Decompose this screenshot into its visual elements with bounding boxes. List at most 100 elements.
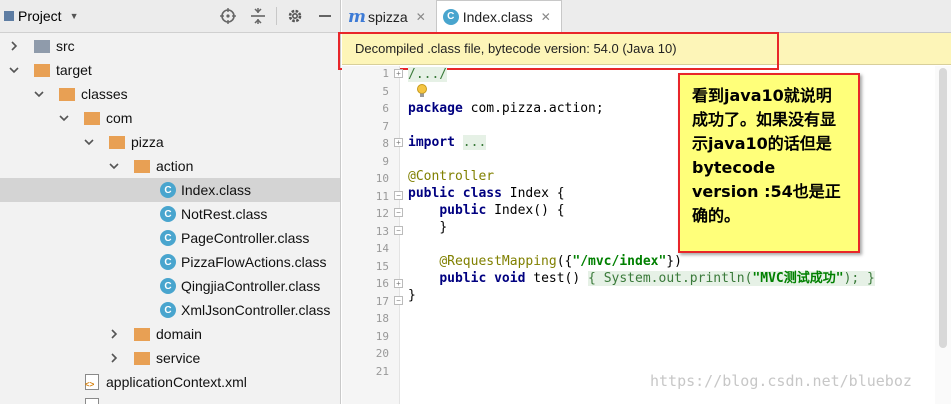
line-number: 11: [375, 190, 389, 203]
folded-region[interactable]: /.../: [408, 67, 448, 82]
chevron-right-icon[interactable]: [6, 34, 22, 58]
tree-node-classes[interactable]: classes: [0, 82, 340, 106]
chevron-down-icon[interactable]: [56, 106, 72, 130]
locate-target-icon[interactable]: [213, 0, 243, 33]
tree-node-src[interactable]: src: [0, 34, 340, 58]
tree-node-target[interactable]: target: [0, 58, 340, 82]
keyword: class: [462, 186, 502, 201]
code-line: }: [408, 287, 416, 305]
code-line: public Index() {: [408, 202, 565, 220]
class-icon: C: [160, 278, 176, 294]
scrollbar-thumb[interactable]: [939, 68, 947, 348]
code-line: package com.pizza.action;: [408, 100, 604, 118]
editor: m spizza ✕ C Index.class ✕ Decompiled .c…: [338, 0, 951, 404]
string-literal: "MVC测试成功": [752, 271, 844, 286]
string-literal: "/mvc/index": [572, 254, 667, 269]
chevron-down-icon[interactable]: [31, 82, 47, 106]
line-number: 16: [375, 277, 389, 290]
chevron-down-icon[interactable]: [6, 58, 22, 82]
tab-spizza[interactable]: m spizza ✕: [342, 1, 436, 32]
watermark: https://blog.csdn.net/blueboz: [650, 372, 912, 390]
code-text: com.pizza.action;: [462, 101, 604, 116]
line-number: 6: [382, 102, 389, 115]
project-view-selector[interactable]: Project ▼: [0, 8, 79, 24]
chevron-down-icon[interactable]: [106, 154, 122, 178]
tree-node-com[interactable]: com: [0, 106, 340, 130]
folder-icon: [134, 328, 150, 341]
fold-collapse-icon[interactable]: −: [394, 296, 403, 305]
fold-collapse-icon[interactable]: −: [394, 191, 403, 200]
code-line: import ...: [408, 134, 487, 152]
collapse-all-icon[interactable]: [243, 0, 273, 33]
tree-node-service[interactable]: service: [0, 346, 340, 370]
folder-icon: [134, 160, 150, 173]
keyword: package: [408, 101, 463, 116]
class-icon: C: [442, 8, 459, 25]
tree-node-label: action: [156, 158, 194, 174]
fold-expand-icon[interactable]: +: [394, 279, 403, 288]
tree-node-label: QingjiaController.class: [181, 278, 321, 294]
tree-node-xmljsoncontroller-class[interactable]: C XmlJsonController.class: [0, 298, 340, 322]
tree-node-pizza[interactable]: pizza: [0, 130, 340, 154]
code-line: @Controller: [408, 168, 494, 186]
tree-node-label: target: [56, 62, 92, 78]
tree-node-partial: [0, 394, 340, 404]
line-number: 13: [375, 225, 389, 238]
vertical-scrollbar[interactable]: [935, 66, 951, 404]
code-text: }: [408, 288, 416, 303]
chevron-right-icon[interactable]: [106, 322, 122, 346]
folded-region[interactable]: { System.out.println("MVC测试成功"); }: [588, 271, 875, 286]
fold-expand-icon[interactable]: +: [394, 138, 403, 147]
line-number: 12: [375, 207, 389, 220]
chevron-down-icon[interactable]: [81, 130, 97, 154]
code-text: System.out.println(: [595, 271, 753, 286]
minimize-icon[interactable]: [310, 0, 340, 33]
annotation-text: @Controller: [408, 169, 495, 184]
class-icon: C: [160, 206, 176, 222]
code-text: Index() {: [486, 203, 565, 218]
fold-collapse-icon[interactable]: −: [394, 226, 403, 235]
keyword: public: [439, 203, 487, 218]
class-icon: C: [160, 230, 176, 246]
line-number-gutter: 1 5 6 7 8 9 10 11 12 13 14 15 16 17 18 1…: [342, 66, 403, 404]
xml-file-icon: [85, 374, 99, 390]
tree-node-label: classes: [81, 86, 128, 102]
chevron-down-icon: ▼: [69, 11, 79, 21]
tree-node-qingjiacontroller-class[interactable]: C QingjiaController.class: [0, 274, 340, 298]
line-number: 7: [382, 120, 389, 133]
tree-node-label: com: [106, 110, 133, 126]
tree-node-domain[interactable]: domain: [0, 322, 340, 346]
code-text: }: [867, 271, 875, 286]
tree-node-label: src: [56, 38, 75, 54]
tree-node-pagecontroller-class[interactable]: C PageController.class: [0, 226, 340, 250]
close-icon[interactable]: ✕: [416, 10, 426, 24]
line-number: 9: [382, 155, 389, 168]
close-icon[interactable]: ✕: [541, 10, 551, 24]
gear-icon[interactable]: [280, 0, 310, 33]
fold-expand-icon[interactable]: +: [394, 69, 403, 78]
xml-file-icon: [85, 398, 99, 404]
keyword: import: [408, 135, 455, 150]
code-line: public class Index {: [408, 185, 565, 203]
fold-collapse-icon[interactable]: −: [394, 208, 403, 217]
tree-node-notrest-class[interactable]: C NotRest.class: [0, 202, 340, 226]
code-text: test(): [525, 271, 589, 286]
tree-node-applicationcontext-xml[interactable]: applicationContext.xml: [0, 370, 340, 394]
folded-region[interactable]: ...: [462, 135, 487, 150]
code-text: }): [666, 254, 682, 269]
line-number: 5: [382, 85, 389, 98]
project-icon: [4, 11, 14, 21]
editor-tab-bar: m spizza ✕ C Index.class ✕: [342, 0, 951, 33]
tree-node-pizzaflowactions-class[interactable]: C PizzaFlowActions.class: [0, 250, 340, 274]
tree-node-label: pizza: [131, 134, 164, 150]
maven-m-icon: m: [348, 6, 366, 27]
toolbar-divider: [276, 7, 277, 25]
tree-node-label: applicationContext.xml: [106, 374, 247, 390]
folder-icon: [59, 88, 75, 101]
code-text: }: [439, 220, 448, 235]
chevron-right-icon[interactable]: [106, 346, 122, 370]
tab-index-class[interactable]: C Index.class ✕: [435, 0, 562, 32]
tree-node-index-class[interactable]: C Index.class: [0, 178, 340, 202]
tree-node-action[interactable]: action: [0, 154, 340, 178]
lightbulb-icon[interactable]: [416, 84, 428, 98]
